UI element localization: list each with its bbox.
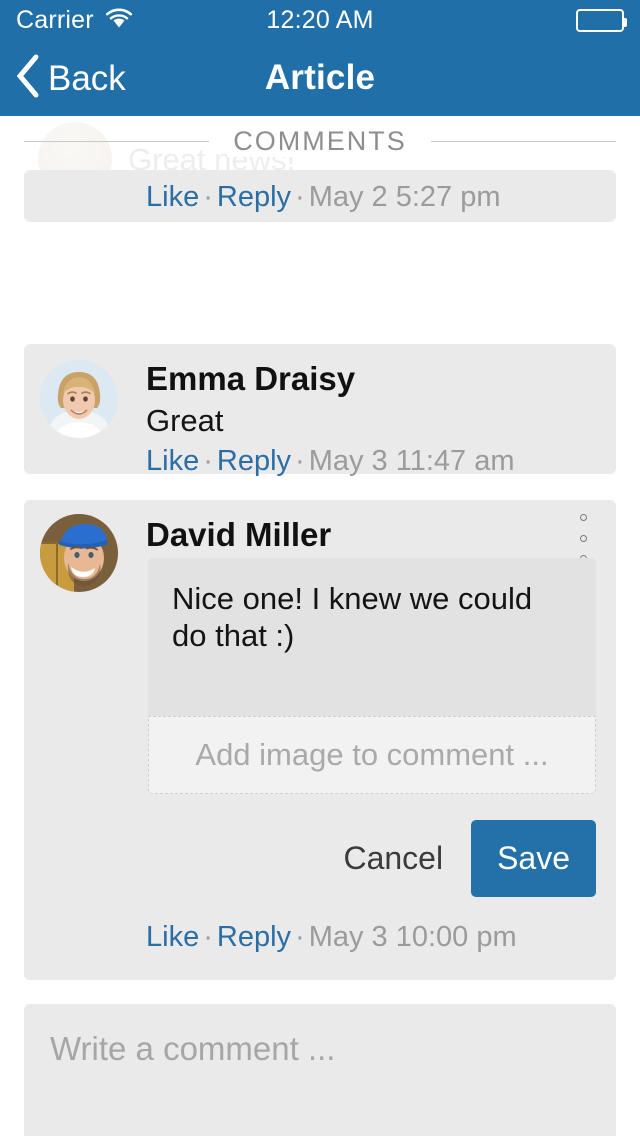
comment-card-editing: David Miller Nice one! I knew we could d… <box>24 500 616 980</box>
comment-text: Great <box>146 403 224 438</box>
back-button[interactable]: Back <box>14 53 126 104</box>
cancel-button[interactable]: Cancel <box>315 826 471 891</box>
divider-right <box>430 141 616 142</box>
action-separator: · <box>203 921 213 953</box>
battery-icon <box>576 8 627 32</box>
comment-card: Emma Draisy Great Like · Reply · May 3 11:47… <box>24 344 616 477</box>
avatar[interactable] <box>40 360 118 438</box>
like-button[interactable]: Like <box>146 445 199 477</box>
comments-scroll-area[interactable]: Great news! COMMENTS Like · Reply · May 2 5:… <box>0 116 640 1136</box>
comment-author: David Miller <box>146 516 332 553</box>
wifi-icon <box>104 7 134 34</box>
comments-section-header: COMMENTS <box>24 126 616 157</box>
comment-author: Emma Draisy <box>146 360 356 397</box>
new-comment-input[interactable]: Write a comment ... <box>24 1004 616 1136</box>
chevron-left-icon <box>14 53 42 104</box>
action-separator: · <box>295 921 305 953</box>
action-separator: · <box>295 445 305 477</box>
comment-timestamp: May 3 11:47 am <box>308 445 515 477</box>
back-button-label: Back <box>48 58 126 98</box>
action-separator: · <box>203 445 213 477</box>
edit-actions: Cancel Save <box>148 820 596 897</box>
menu-dot <box>579 534 587 542</box>
comment-actions: Like · Reply · May 3 10:00 pm <box>146 920 517 955</box>
new-comment-composer: Write a comment ... Add image to comment… <box>24 1004 616 1136</box>
action-separator: · <box>295 181 305 213</box>
add-image-dropzone[interactable]: Add image to comment ... <box>148 716 596 794</box>
comment-card-partial: Like · Reply · May 2 5:27 pm <box>24 170 616 222</box>
save-button[interactable]: Save <box>471 820 596 897</box>
reply-button[interactable]: Reply <box>217 445 291 477</box>
phone-screen: Carrier 12:20 AM Back Article Great news… <box>0 0 640 1136</box>
like-button[interactable]: Like <box>146 921 199 953</box>
navigation-bar: Back Article <box>0 40 640 116</box>
reply-button[interactable]: Reply <box>217 181 291 213</box>
action-separator: · <box>203 181 213 213</box>
status-bar-right <box>320 8 627 32</box>
comment-timestamp: May 2 5:27 pm <box>308 181 501 213</box>
reply-button[interactable]: Reply <box>217 921 291 953</box>
comment-timestamp: May 3 10:00 pm <box>308 921 517 953</box>
avatar[interactable] <box>40 514 118 592</box>
battery-cap <box>624 17 627 27</box>
like-button[interactable]: Like <box>146 181 199 213</box>
comment-edit-textarea[interactable]: Nice one! I knew we could do that :) <box>148 558 596 716</box>
more-options-icon[interactable] <box>570 514 596 562</box>
carrier-label: Carrier <box>16 5 94 34</box>
comment-actions: Like · Reply · May 3 11:47 am <box>146 444 515 479</box>
status-bar: Carrier 12:20 AM <box>0 0 640 40</box>
menu-dot <box>579 514 587 521</box>
comment-edit-form: Nice one! I knew we could do that :) Add… <box>148 558 596 897</box>
comments-section-label: COMMENTS <box>227 126 413 157</box>
status-bar-left: Carrier <box>16 7 320 34</box>
comment-actions: Like · Reply · May 2 5:27 pm <box>146 178 501 215</box>
divider-left <box>24 141 210 142</box>
